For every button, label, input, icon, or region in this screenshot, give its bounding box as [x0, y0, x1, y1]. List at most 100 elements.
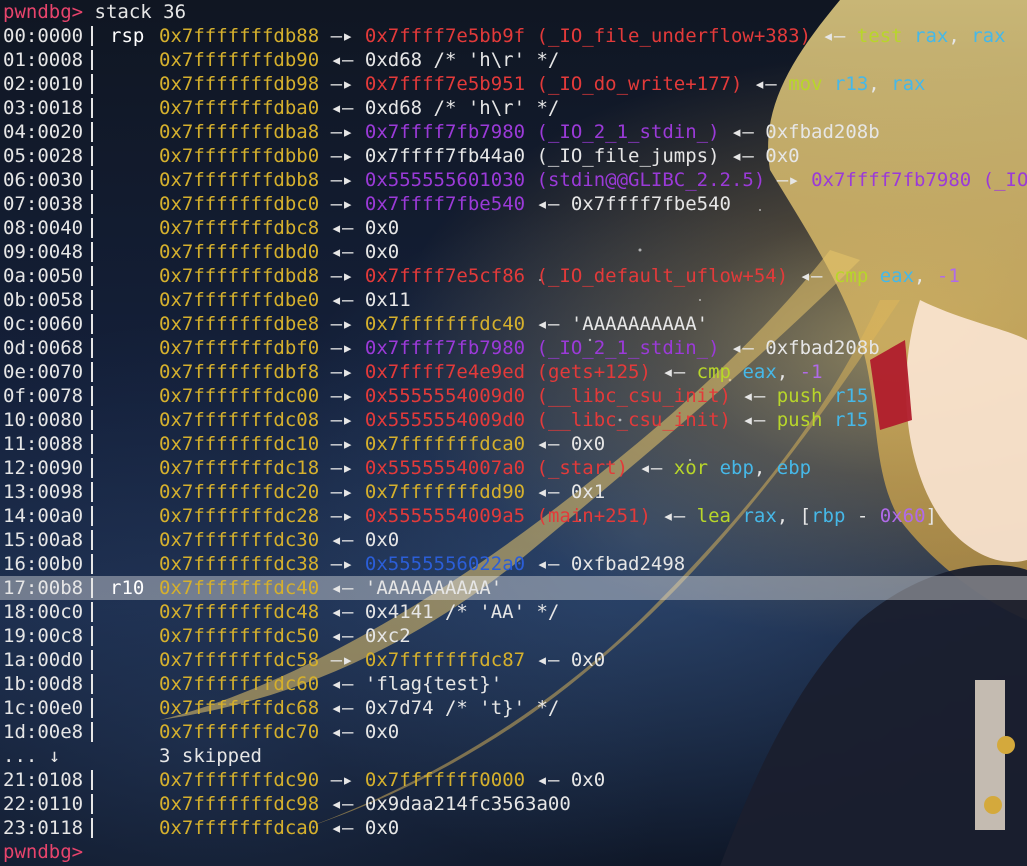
stack-offset: 00:0000 — [3, 25, 84, 47]
value-segment: 0x7fffffffdbf0 — [159, 337, 320, 359]
value-segment: test — [856, 25, 915, 47]
row-divider — [91, 266, 93, 286]
stack-offset: 0c:0060 — [3, 313, 84, 335]
value-segment: 0x7fffffffdd90 — [364, 481, 526, 503]
stack-row: 00:0000 rsp 0x7fffffffdb88 —▸ 0x7ffff7e5bb… — [0, 24, 1027, 48]
row-divider — [91, 458, 93, 478]
register-label: rsp — [110, 25, 145, 47]
stack-value: 0x7fffffffdc68 ◂— 0x7d74 /* 't}' */ — [159, 696, 559, 720]
stack-row: 10:0080 0x7fffffffdc08 —▸ 0x5555554009d0 … — [0, 408, 1027, 432]
stack-value: 0x7fffffffdc70 ◂— 0x0 — [159, 720, 399, 744]
value-segment: 0x7fffffffdb90 — [159, 49, 320, 71]
value-segment: 0x7ffff7e5b951 (_IO_do_write+177) — [364, 73, 743, 95]
stack-row: 18:00c0 0x7fffffffdc48 ◂— 0x4141 /* 'AA' … — [0, 600, 1027, 624]
value-segment: —▸ — [319, 433, 365, 455]
value-segment: 0x7fffffffdc10 — [159, 433, 320, 455]
stack-offset: 1d:00e8 — [3, 721, 84, 743]
value-segment: r13 — [833, 73, 869, 95]
value-segment: rax — [971, 25, 1006, 47]
value-segment: 0x7fffffffdc60 — [159, 673, 320, 695]
stack-value: 0x7fffffffdbe0 ◂— 0x11 — [159, 288, 411, 312]
value-segment: 0x7fffffffdc87 — [364, 649, 526, 671]
value-segment: lea — [696, 505, 743, 527]
skip-marker: ... ↓ — [3, 745, 61, 767]
stack-offset: 18:00c0 — [3, 601, 84, 623]
value-segment: ebp — [776, 457, 812, 479]
stack-row: 1b:00d8 0x7fffffffdc60 ◂— 'flag{test}' — [0, 672, 1027, 696]
value-segment: 0x7fffffffdc50 — [159, 625, 320, 647]
value-segment: ◂— 'flag{test}' — [319, 673, 503, 695]
prompt-line-end[interactable]: pwndbg> — [0, 840, 1027, 864]
value-segment: rax — [742, 505, 777, 527]
row-divider — [91, 386, 93, 406]
value-segment: rax — [891, 73, 926, 95]
stack-value: 0x7fffffffdc10 —▸ 0x7fffffffdca0 ◂— 0x0 — [159, 432, 605, 456]
value-segment: 0x7fffffff0000 — [364, 769, 526, 791]
value-segment: —▸ — [319, 409, 365, 431]
value-segment: —▸ — [319, 481, 365, 503]
prompt-line[interactable]: pwndbg> stack 36 — [0, 0, 1027, 24]
value-segment: 0x7fffffffdbd8 — [159, 265, 320, 287]
stack-offset: 0f:0078 — [3, 385, 84, 407]
stack-offset: 05:0028 — [3, 145, 84, 167]
row-divider — [91, 26, 93, 46]
value-segment: mov — [788, 73, 834, 95]
value-segment: 0x7fffffffdbb8 — [159, 169, 320, 191]
stack-value: 0x7fffffffdc08 —▸ 0x5555554009d0 (__libc… — [159, 408, 868, 432]
stack-offset: 1b:00d8 — [3, 673, 84, 695]
value-segment: —▸ — [319, 265, 365, 287]
value-segment: 0x5555554009d0 (__libc_csu_init) — [364, 385, 731, 407]
value-segment: —▸ 0x7ffff7fb44a0 (_IO_file_jumps) ◂— 0x… — [319, 145, 800, 167]
value-segment: 0x7ffff7e4e9ed (gets+125) — [364, 361, 651, 383]
value-segment: ◂— 0x7d74 /* 't}' */ — [319, 697, 560, 719]
stack-value: 0x7fffffffdbf8 —▸ 0x7ffff7e4e9ed (gets+1… — [159, 360, 823, 384]
value-segment: ◂— 0x4141 /* 'AA' */ — [319, 601, 560, 623]
stack-offset: 0a:0050 — [3, 265, 84, 287]
value-segment: ◂— — [650, 361, 697, 383]
stack-row: 1a:00d0 0x7fffffffdc58 —▸ 0x7fffffffdc87 … — [0, 648, 1027, 672]
value-segment: ] — [925, 505, 937, 527]
stack-row: 09:0048 0x7fffffffdbd0 ◂— 0x0 — [0, 240, 1027, 264]
value-segment: , — [776, 361, 800, 383]
value-segment: ◂— 0x0 — [319, 217, 400, 239]
stack-row: 03:0018 0x7fffffffdba0 ◂— 0xd68 /* 'h\r' … — [0, 96, 1027, 120]
stack-row: 0b:0058 0x7fffffffdbe0 ◂— 0x11 — [0, 288, 1027, 312]
stack-offset: 09:0048 — [3, 241, 84, 263]
value-segment: cmp — [696, 361, 743, 383]
stack-row: 19:00c8 0x7fffffffdc50 ◂— 0xc2 — [0, 624, 1027, 648]
stack-value: 0x7fffffffdbd0 ◂— 0x0 — [159, 240, 399, 264]
stack-value: 0x7fffffffdca0 ◂— 0x0 — [159, 816, 399, 840]
stack-value: 0x7fffffffdc48 ◂— 0x4141 /* 'AA' */ — [159, 600, 559, 624]
value-segment: , — [868, 73, 892, 95]
row-divider — [91, 122, 93, 142]
value-segment: ◂— 0x9daa214fc3563a00 — [319, 793, 571, 815]
stack-value: 0x7fffffffdba0 ◂— 0xd68 /* 'h\r' */ — [159, 96, 559, 120]
stack-offset: 21:0108 — [3, 769, 84, 791]
stack-row: 17:00b8 r10 0x7fffffffdc40 ◂— 'AAAAAAAAAA' — [0, 576, 1027, 600]
stack-offset: 22:0110 — [3, 793, 84, 815]
stack-value: 0x7fffffffdc18 —▸ 0x5555554007a0 (_start… — [159, 456, 811, 480]
stack-row: 11:0088 0x7fffffffdc10 —▸ 0x7fffffffdca0 … — [0, 432, 1027, 456]
value-segment: xor — [673, 457, 720, 479]
stack-offset: 1c:00e0 — [3, 697, 84, 719]
stack-row: 16:00b0 0x7fffffffdc38 —▸ 0x5555556022a0 … — [0, 552, 1027, 576]
value-segment: ◂— 0xfbad208b — [719, 121, 880, 143]
value-segment: —▸ — [319, 457, 365, 479]
value-segment: 0x7fffffffdc30 — [159, 529, 320, 551]
value-segment: 0x5555554007a0 (_start) — [364, 457, 629, 479]
row-divider — [91, 170, 93, 190]
prompt-label: pwndbg> — [3, 841, 84, 863]
stack-offset: 03:0018 — [3, 97, 84, 119]
row-divider — [91, 698, 93, 718]
row-divider — [91, 602, 93, 622]
row-divider — [91, 50, 93, 70]
value-segment: 0x60 — [879, 505, 926, 527]
value-segment: 0x7fffffffdc68 — [159, 697, 320, 719]
value-segment: —▸ — [319, 553, 365, 575]
terminal-output[interactable]: pwndbg> stack 36 00:0000 rsp 0x7fffffffdb88… — [0, 0, 1027, 864]
value-segment: ◂— 0x0 — [525, 433, 606, 455]
stack-row: 02:0010 0x7fffffffdb98 —▸ 0x7ffff7e5b951 … — [0, 72, 1027, 96]
value-segment: —▸ — [319, 505, 365, 527]
value-segment: —▸ — [319, 361, 365, 383]
value-segment: , — [948, 25, 972, 47]
